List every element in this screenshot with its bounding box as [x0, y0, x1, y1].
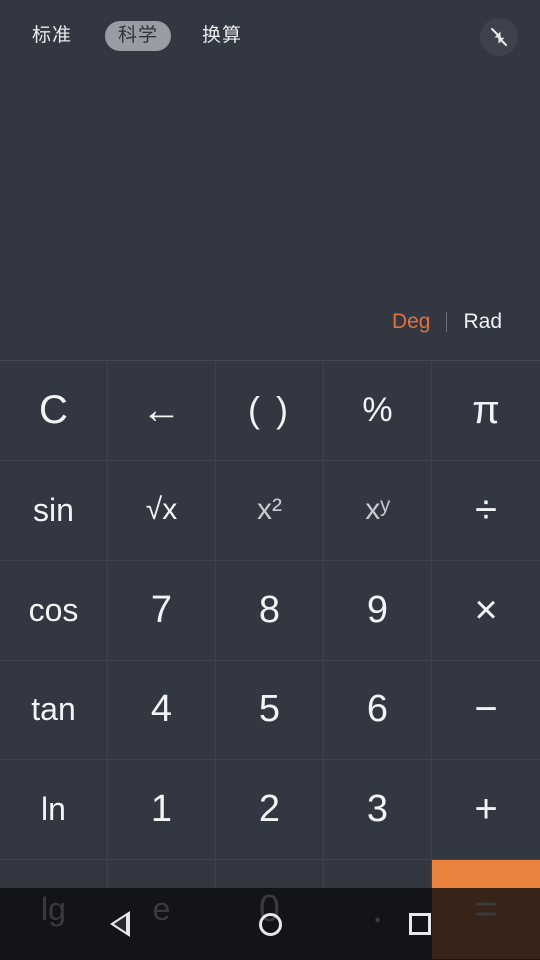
collapse-arrows-icon[interactable] [480, 18, 518, 56]
key-power[interactable]: xʸ [324, 460, 432, 561]
key-square[interactable]: x² [216, 460, 324, 561]
recents-square-shape [409, 913, 431, 935]
key-parentheses[interactable]: ( ) [216, 361, 324, 461]
home-circle-icon[interactable] [234, 888, 306, 960]
keypad: C ← ( ) % π sin √x x² xʸ ÷ cos 7 8 9 × t… [0, 360, 540, 960]
top-bar: 标准 科学 换算 [0, 0, 540, 72]
angle-mode-rad[interactable]: Rad [447, 310, 518, 334]
key-ln[interactable]: ln [0, 760, 108, 861]
key-nine[interactable]: 9 [324, 560, 432, 661]
key-four[interactable]: 4 [108, 660, 216, 761]
key-clear[interactable]: C [0, 361, 108, 461]
key-minus[interactable]: − [432, 660, 540, 761]
key-backspace[interactable]: ← [108, 361, 216, 461]
key-percent[interactable]: % [324, 361, 432, 461]
recents-square-icon[interactable] [384, 888, 456, 960]
key-multiply[interactable]: × [432, 560, 540, 661]
key-plus[interactable]: + [432, 760, 540, 861]
key-five[interactable]: 5 [216, 660, 324, 761]
home-circle-shape [258, 912, 282, 936]
tab-convert[interactable]: 换算 [202, 21, 242, 51]
key-pi[interactable]: π [432, 361, 540, 461]
android-nav-bar [0, 888, 540, 960]
key-one[interactable]: 1 [108, 760, 216, 861]
key-square-root[interactable]: √x [108, 460, 216, 561]
key-cos[interactable]: cos [0, 560, 108, 661]
back-triangle-icon[interactable] [84, 888, 156, 960]
key-three[interactable]: 3 [324, 760, 432, 861]
back-triangle-shape [110, 911, 130, 937]
key-divide[interactable]: ÷ [432, 460, 540, 561]
key-six[interactable]: 6 [324, 660, 432, 761]
display-area: Deg Rad [0, 72, 540, 360]
key-sin[interactable]: sin [0, 460, 108, 561]
tab-standard[interactable]: 标准 [32, 21, 72, 51]
angle-mode-deg[interactable]: Deg [376, 310, 447, 334]
key-eight[interactable]: 8 [216, 560, 324, 661]
key-tan[interactable]: tan [0, 660, 108, 761]
key-seven[interactable]: 7 [108, 560, 216, 661]
calculator-app: 标准 科学 换算 Deg Rad C ← ( ) % π sin √x x² x… [0, 0, 540, 960]
tab-scientific[interactable]: 科学 [105, 21, 172, 51]
angle-mode-switch: Deg Rad [376, 310, 518, 334]
key-two[interactable]: 2 [216, 760, 324, 861]
